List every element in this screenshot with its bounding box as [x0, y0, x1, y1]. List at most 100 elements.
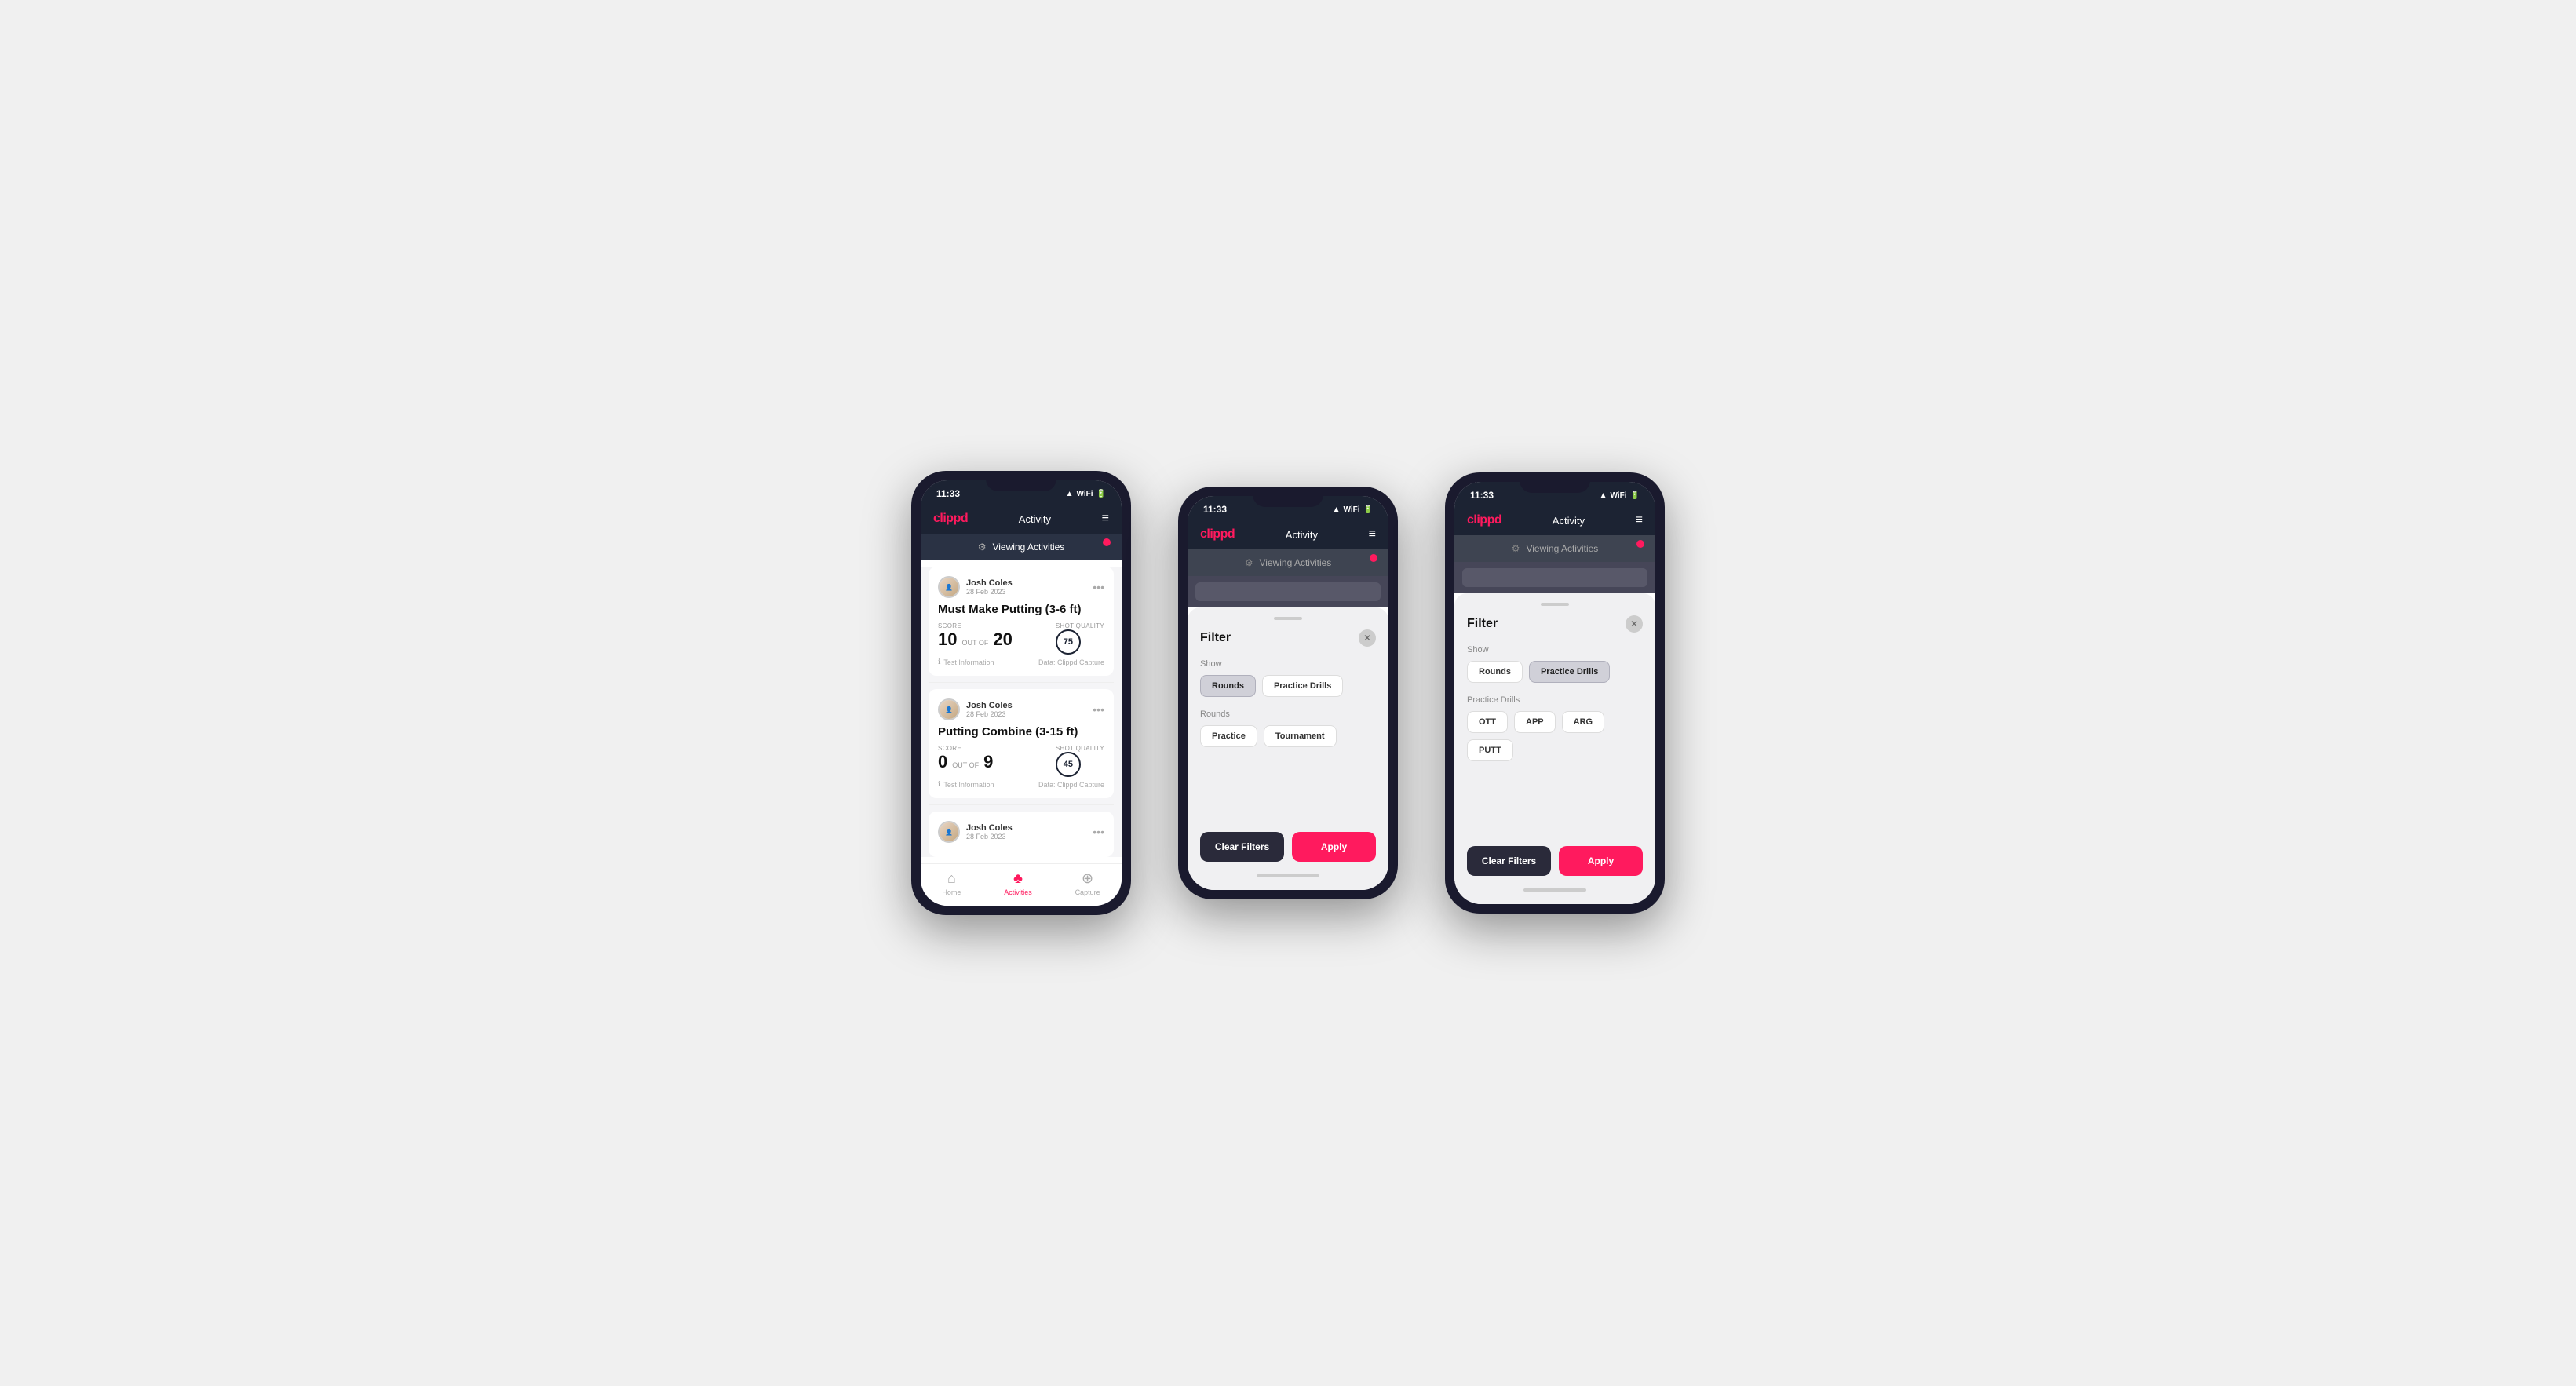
logo-3: clippd [1467, 513, 1501, 527]
footer-data-2: Data: Clippd Capture [1038, 781, 1104, 789]
capture-icon-1: ⊕ [1082, 870, 1093, 887]
chip-rounds-2[interactable]: Rounds [1200, 675, 1256, 697]
divider-2 [929, 804, 1114, 805]
bg-card-inner-2 [1195, 582, 1381, 601]
chip-arg-label-3: ARG [1574, 717, 1593, 727]
top-nav-3: clippd Activity ≡ [1454, 505, 1655, 535]
viewing-bar-1[interactable]: ⚙ Viewing Activities [921, 534, 1122, 560]
chip-putt-3[interactable]: PUTT [1467, 739, 1513, 761]
chip-app-label-3: APP [1526, 717, 1544, 727]
user-date-3: 28 Feb 2023 [966, 833, 1013, 841]
notch-1 [986, 471, 1056, 491]
divider-1 [929, 682, 1114, 683]
user-details-1: Josh Coles 28 Feb 2023 [966, 578, 1013, 596]
modal-spacer-2 [1200, 760, 1376, 822]
activity-item-1[interactable]: 👤 Josh Coles 28 Feb 2023 ••• Must Make P… [929, 567, 1114, 676]
chip-practice-round-2[interactable]: Practice [1200, 725, 1257, 747]
info-icon-1: ℹ [938, 658, 940, 666]
viewing-bar-text-dimmed-3: Viewing Activities [1526, 543, 1598, 554]
modal-sheet-3: Filter ✕ Show Rounds Practice Drills [1454, 593, 1655, 904]
status-time-1: 11:33 [936, 488, 960, 499]
hamburger-2[interactable]: ≡ [1369, 527, 1376, 542]
chip-practice-2[interactable]: Practice Drills [1262, 675, 1343, 697]
chip-tournament-label-2: Tournament [1275, 731, 1325, 741]
stats-row-2: 0 OUT OF 9 [938, 752, 993, 772]
activity-item-2[interactable]: 👤 Josh Coles 28 Feb 2023 ••• Putting Com… [929, 689, 1114, 798]
score-label-2: Score [938, 745, 993, 752]
nav-item-capture-1[interactable]: ⊕ Capture [1075, 870, 1100, 896]
bg-card-3 [1454, 562, 1655, 593]
hamburger-3[interactable]: ≡ [1636, 513, 1643, 527]
footer-data-1: Data: Clippd Capture [1038, 658, 1104, 666]
info-icon-2: ℹ [938, 780, 940, 789]
out-of-2: OUT OF [952, 761, 979, 769]
wifi-icon-2: WiFi [1344, 505, 1360, 514]
user-name-3: Josh Coles [966, 823, 1013, 833]
modal-spacer-3 [1467, 774, 1643, 837]
phone-2-inner: 11:33 ▲ WiFi 🔋 clippd Activity ≡ ⚙ Viewi… [1188, 496, 1388, 890]
activity-title-1: Must Make Putting (3-6 ft) [938, 603, 1104, 616]
modal-close-2[interactable]: ✕ [1359, 629, 1376, 647]
home-indicator-2 [1257, 874, 1319, 877]
activity-footer-2: ℹ Test Information Data: Clippd Capture [938, 780, 1104, 789]
activity-header-2: 👤 Josh Coles 28 Feb 2023 ••• [938, 698, 1104, 720]
phone-3: 11:33 ▲ WiFi 🔋 clippd Activity ≡ ⚙ Viewi… [1445, 472, 1665, 914]
footer-info-2: Test Information [943, 781, 994, 789]
avatar-1: 👤 [938, 576, 960, 598]
nav-item-home-1[interactable]: ⌂ Home [942, 870, 961, 896]
modal-handle-2 [1274, 617, 1302, 620]
viewing-bar-text-1: Viewing Activities [992, 542, 1064, 553]
signal-icon-1: ▲ [1066, 490, 1074, 498]
footer-info-1: Test Information [943, 658, 994, 666]
chip-practice-drills-label-3: Practice Drills [1541, 667, 1598, 677]
clear-filters-button-2[interactable]: Clear Filters [1200, 832, 1284, 862]
bg-card-2 [1188, 576, 1388, 607]
user-date-1: 28 Feb 2023 [966, 588, 1013, 596]
clear-filters-button-3[interactable]: Clear Filters [1467, 846, 1551, 876]
activities-icon-1: ♣ [1013, 870, 1023, 887]
hamburger-1[interactable]: ≡ [1102, 512, 1109, 526]
user-info-1: 👤 Josh Coles 28 Feb 2023 [938, 576, 1013, 598]
activity-title-2: Putting Combine (3-15 ft) [938, 725, 1104, 739]
practice-chips-3: OTT APP ARG PUTT [1467, 711, 1643, 761]
nav-item-activities-1[interactable]: ♣ Activities [1004, 870, 1032, 896]
chip-arg-3[interactable]: ARG [1562, 711, 1604, 733]
bottom-nav-1: ⌂ Home ♣ Activities ⊕ Capture [921, 863, 1122, 906]
more-dots-1[interactable]: ••• [1093, 581, 1104, 593]
show-label-2: Show [1200, 659, 1376, 669]
chip-ott-3[interactable]: OTT [1467, 711, 1508, 733]
chip-app-3[interactable]: APP [1514, 711, 1556, 733]
more-dots-3[interactable]: ••• [1093, 826, 1104, 838]
chip-practice-drills-3[interactable]: Practice Drills [1529, 661, 1610, 683]
phone-2: 11:33 ▲ WiFi 🔋 clippd Activity ≡ ⚙ Viewi… [1178, 487, 1398, 899]
user-details-3: Josh Coles 28 Feb 2023 [966, 823, 1013, 841]
phone-1-inner: 11:33 ▲ WiFi 🔋 clippd Activity ≡ ⚙ Viewi… [921, 480, 1122, 906]
modal-title-3: Filter [1467, 617, 1498, 631]
avatar-2: 👤 [938, 698, 960, 720]
modal-footer-2: Clear Filters Apply [1200, 822, 1376, 868]
activity-footer-1: ℹ Test Information Data: Clippd Capture [938, 658, 1104, 666]
home-label-1: Home [942, 888, 961, 896]
chip-rounds-label-3: Rounds [1479, 667, 1511, 677]
activity-item-3[interactable]: 👤 Josh Coles 28 Feb 2023 ••• [929, 812, 1114, 857]
modal-footer-3: Clear Filters Apply [1467, 837, 1643, 882]
phone-1: 11:33 ▲ WiFi 🔋 clippd Activity ≡ ⚙ Viewi… [911, 471, 1131, 915]
show-label-3: Show [1467, 645, 1643, 655]
filter-dot-3 [1636, 540, 1644, 548]
chip-practice-label-2: Practice Drills [1274, 681, 1331, 691]
modal-close-3[interactable]: ✕ [1626, 615, 1643, 633]
status-time-2: 11:33 [1203, 504, 1227, 515]
show-chips-3: Rounds Practice Drills [1467, 661, 1643, 683]
top-nav-1: clippd Activity ≡ [921, 504, 1122, 534]
viewing-bar-dimmed-3: ⚙ Viewing Activities [1454, 535, 1655, 562]
chip-rounds-3[interactable]: Rounds [1467, 661, 1523, 683]
capture-label-1: Capture [1075, 888, 1100, 896]
viewing-bar-text-dimmed-2: Viewing Activities [1259, 557, 1331, 568]
more-dots-2[interactable]: ••• [1093, 703, 1104, 716]
apply-button-2[interactable]: Apply [1292, 832, 1376, 862]
chip-tournament-2[interactable]: Tournament [1264, 725, 1337, 747]
user-date-2: 28 Feb 2023 [966, 710, 1013, 718]
status-icons-2: ▲ WiFi 🔋 [1333, 505, 1373, 514]
user-name-2: Josh Coles [966, 701, 1013, 710]
apply-button-3[interactable]: Apply [1559, 846, 1643, 876]
